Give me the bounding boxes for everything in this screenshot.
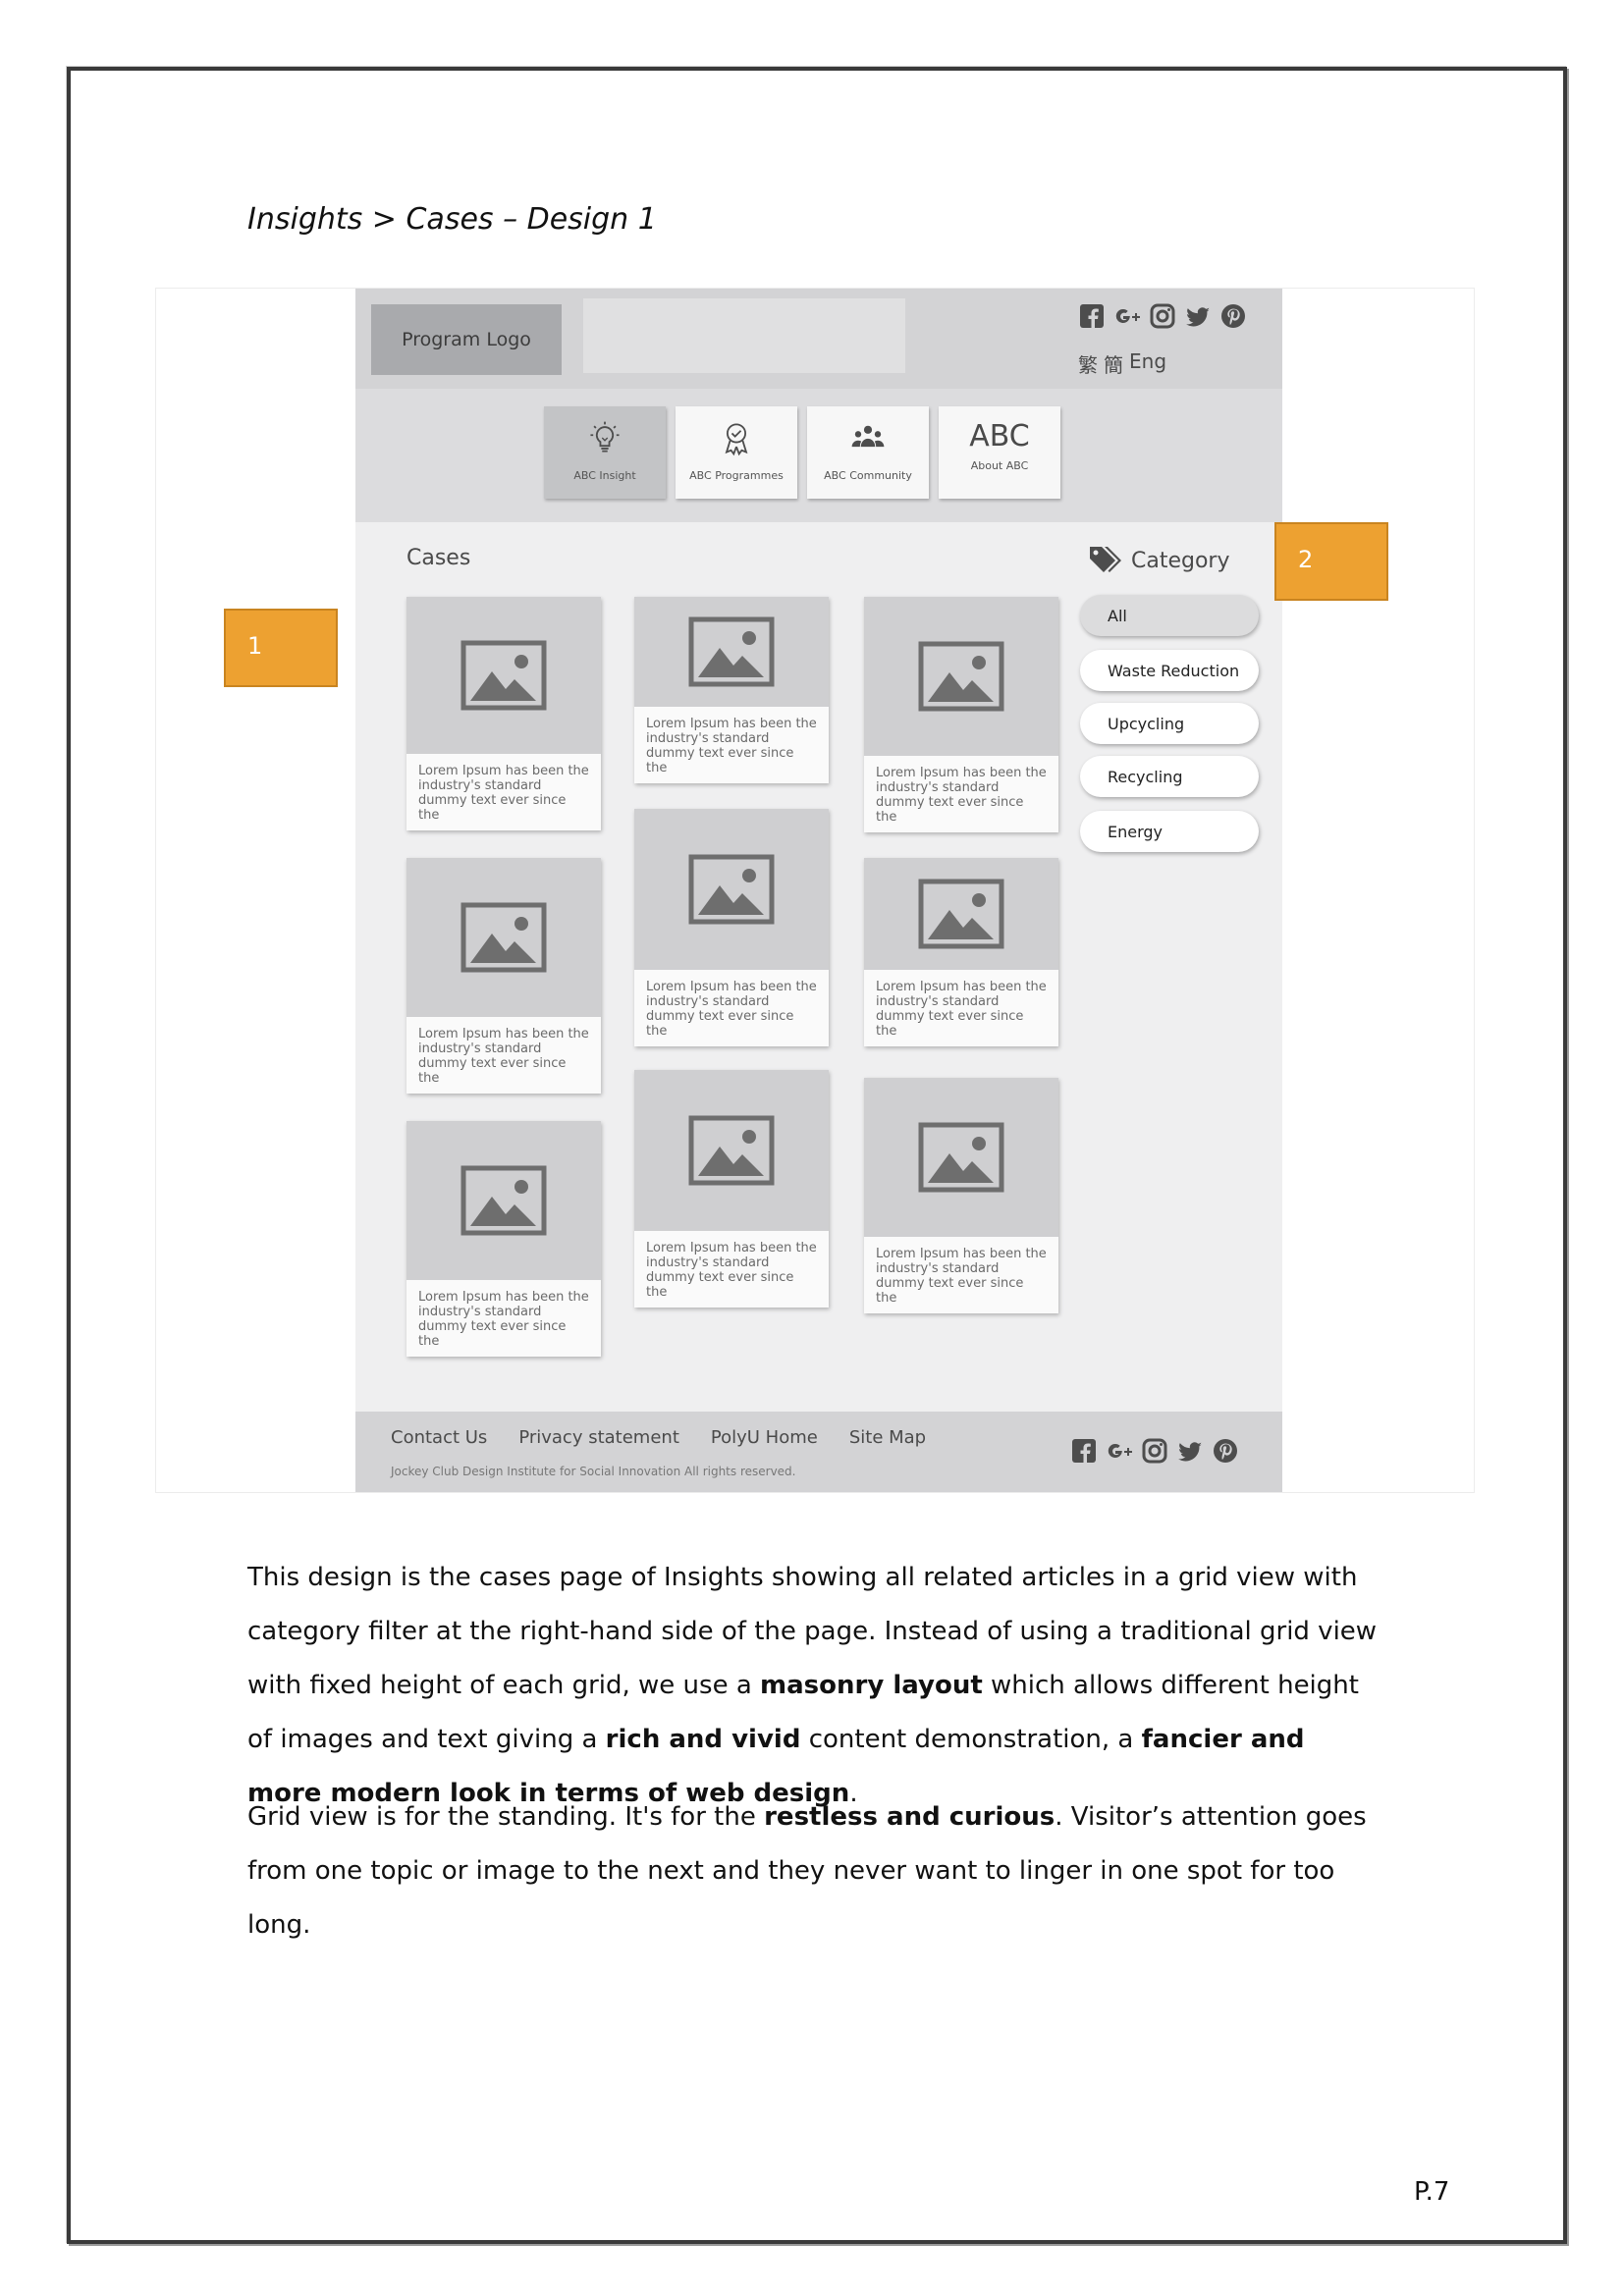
- twitter-icon[interactable]: [1176, 1437, 1204, 1465]
- social-icons-top: [1078, 302, 1247, 330]
- footer-link-polyu-home[interactable]: PolyU Home: [711, 1427, 818, 1448]
- instagram-icon[interactable]: [1141, 1437, 1168, 1465]
- case-card[interactable]: Lorem Ipsum has been the industry's stan…: [864, 1078, 1058, 1313]
- case-card-text: Lorem Ipsum has been the industry's stan…: [418, 764, 589, 823]
- case-card-text: Lorem Ipsum has been the industry's stan…: [646, 717, 817, 775]
- community-icon: [846, 416, 890, 459]
- header-banner-placeholder: [583, 298, 905, 373]
- nav-tile-abc-programmes[interactable]: ABC Programmes: [676, 406, 797, 499]
- image-placeholder-icon: [864, 597, 1058, 756]
- twitter-icon[interactable]: [1184, 302, 1212, 330]
- pinterest-icon[interactable]: [1219, 302, 1247, 330]
- footer-link-privacy[interactable]: Privacy statement: [518, 1427, 679, 1448]
- pinterest-icon[interactable]: [1212, 1437, 1239, 1465]
- image-placeholder-icon: [864, 858, 1058, 970]
- cases-title: Cases: [406, 546, 471, 570]
- case-card[interactable]: Lorem Ipsum has been the industry's stan…: [634, 597, 829, 783]
- category-waste-reduction[interactable]: Waste Reduction: [1080, 650, 1259, 691]
- instagram-icon[interactable]: [1149, 302, 1176, 330]
- nav-tile-abc-insight[interactable]: ABC Insight: [544, 406, 666, 499]
- case-card[interactable]: Lorem Ipsum has been the industry's stan…: [406, 1121, 601, 1357]
- category-title: Category: [1131, 548, 1230, 573]
- facebook-icon[interactable]: [1078, 302, 1106, 330]
- case-card[interactable]: Lorem Ipsum has been the industry's stan…: [634, 1070, 829, 1308]
- case-card[interactable]: Lorem Ipsum has been the industry's stan…: [864, 597, 1058, 832]
- footer-link-contact-us[interactable]: Contact Us: [391, 1427, 487, 1448]
- case-card[interactable]: Lorem Ipsum has been the industry's stan…: [864, 858, 1058, 1046]
- program-logo[interactable]: Program Logo: [371, 304, 562, 375]
- footer-link-site-map[interactable]: Site Map: [849, 1427, 926, 1448]
- wireframe-mockup: Program Logo 繁 簡 Eng ABC Insight ABC Pro…: [355, 289, 1282, 1492]
- description-paragraph-1: This design is the cases page of Insight…: [247, 1563, 1378, 1808]
- lightbulb-icon: [583, 416, 626, 459]
- category-all[interactable]: All: [1080, 595, 1259, 636]
- award-icon: [715, 416, 758, 459]
- case-card[interactable]: Lorem Ipsum has been the industry's stan…: [406, 858, 601, 1094]
- case-card-text: Lorem Ipsum has been the industry's stan…: [646, 980, 817, 1039]
- case-card-text: Lorem Ipsum has been the industry's stan…: [646, 1241, 817, 1300]
- category-energy[interactable]: Energy: [1080, 811, 1259, 852]
- image-placeholder-icon: [406, 597, 601, 754]
- google-plus-icon[interactable]: [1113, 302, 1141, 330]
- nav-tile-abc-community[interactable]: ABC Community: [807, 406, 929, 499]
- page-number: P.7: [1414, 2177, 1450, 2207]
- lang-traditional[interactable]: 繁: [1078, 349, 1098, 378]
- abc-text: ABC: [969, 419, 1030, 454]
- case-card-text: Lorem Ipsum has been the industry's stan…: [876, 980, 1047, 1039]
- copyright-text: Jockey Club Design Institute for Social …: [391, 1465, 796, 1478]
- case-card[interactable]: Lorem Ipsum has been the industry's stan…: [406, 597, 601, 830]
- image-placeholder-icon: [634, 597, 829, 707]
- mockup-main-nav: ABC Insight ABC Programmes ABC Community…: [355, 389, 1282, 522]
- nav-tile-label: ABC Programmes: [689, 469, 784, 482]
- image-placeholder-icon: [406, 858, 601, 1017]
- google-plus-icon[interactable]: [1106, 1437, 1133, 1465]
- image-placeholder-icon: [634, 1070, 829, 1231]
- case-card-text: Lorem Ipsum has been the industry's stan…: [418, 1027, 589, 1086]
- page-heading: Insights > Cases – Design 1: [247, 202, 657, 237]
- category-upcycling[interactable]: Upcycling: [1080, 703, 1259, 744]
- language-switcher: 繁 簡 Eng: [1078, 349, 1166, 378]
- callout-1: 1: [224, 609, 338, 687]
- image-placeholder-icon: [864, 1078, 1058, 1237]
- case-card-text: Lorem Ipsum has been the industry's stan…: [418, 1290, 589, 1349]
- lang-english[interactable]: Eng: [1129, 349, 1166, 378]
- category-recycling[interactable]: Recycling: [1080, 756, 1259, 797]
- image-placeholder-icon: [634, 809, 829, 970]
- mockup-header: Program Logo 繁 簡 Eng: [355, 289, 1282, 389]
- nav-tile-label: ABC Community: [824, 469, 912, 482]
- category-header: Category: [1088, 544, 1230, 577]
- case-card-text: Lorem Ipsum has been the industry's stan…: [876, 1247, 1047, 1306]
- image-placeholder-icon: [406, 1121, 601, 1280]
- description-paragraph-2: Grid view is for the standing. It's for …: [247, 1802, 1367, 1940]
- mockup-footer: Contact Us Privacy statement PolyU Home …: [355, 1412, 1282, 1492]
- case-card-text: Lorem Ipsum has been the industry's stan…: [876, 766, 1047, 825]
- nav-tile-label: ABC Insight: [573, 469, 636, 482]
- nav-tile-about-abc[interactable]: ABC About ABC: [939, 406, 1060, 499]
- footer-links: Contact Us Privacy statement PolyU Home …: [391, 1427, 926, 1448]
- case-card[interactable]: Lorem Ipsum has been the industry's stan…: [634, 809, 829, 1046]
- social-icons-bottom: [1070, 1437, 1239, 1465]
- lang-simplified[interactable]: 簡: [1104, 349, 1123, 378]
- callout-2: 2: [1274, 522, 1388, 601]
- facebook-icon[interactable]: [1070, 1437, 1098, 1465]
- nav-tile-label: About ABC: [970, 459, 1029, 472]
- tag-icon: [1088, 544, 1121, 577]
